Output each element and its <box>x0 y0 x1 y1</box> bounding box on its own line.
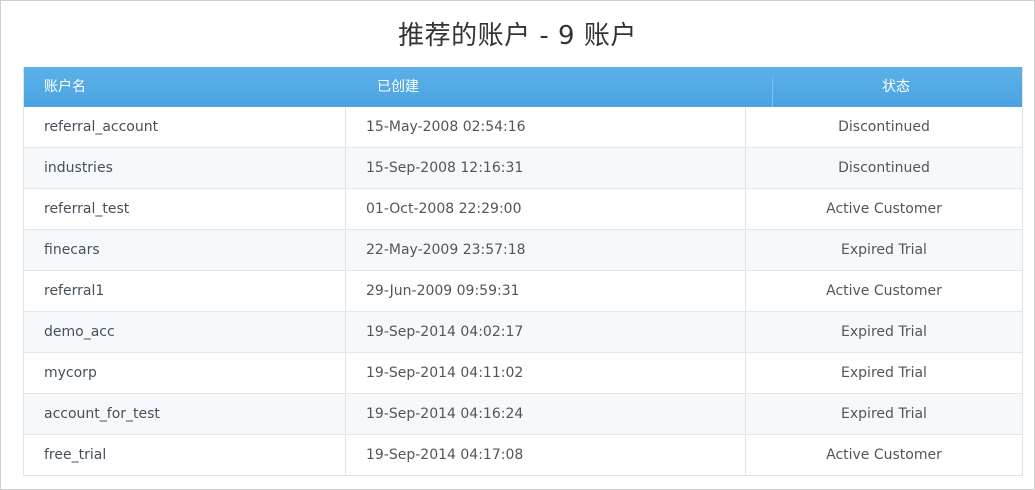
account-name-cell[interactable]: referral_test <box>44 189 129 229</box>
created-date-cell: 15-Sep-2008 12:16:31 <box>366 160 524 176</box>
status-cell: Active Customer <box>826 201 942 217</box>
header-divider <box>772 77 773 107</box>
status-cell: Expired Trial <box>841 324 927 340</box>
column-header-status[interactable]: 状态 <box>882 67 910 107</box>
column-divider <box>345 107 346 147</box>
status-cell: Expired Trial <box>841 406 927 422</box>
status-cell: Discontinued <box>838 119 930 135</box>
table-row[interactable]: referral_account 15-May-2008 02:54:16 Disc… <box>24 107 1022 148</box>
status-cell: Expired Trial <box>841 365 927 381</box>
status-cell: Active Customer <box>826 283 942 299</box>
table-row[interactable]: finecars 22-May-2009 23:57:18 Expired Tria… <box>24 230 1022 271</box>
table-row[interactable]: account_for_test 19-Sep-2014 04:16:24 Expi… <box>24 394 1022 435</box>
status-cell: Discontinued <box>838 160 930 176</box>
column-header-name[interactable]: 账户名 <box>44 67 86 107</box>
account-name-cell[interactable]: demo_acc <box>44 312 115 352</box>
column-divider <box>345 394 346 434</box>
account-name-cell[interactable]: referral1 <box>44 271 104 311</box>
table-body: referral_account 15-May-2008 02:54:16 Disc… <box>24 107 1022 475</box>
table-header: 账户名 已创建 状态 <box>24 67 1022 107</box>
created-date-cell: 19-Sep-2014 04:02:17 <box>366 324 524 340</box>
column-divider <box>345 230 346 270</box>
table-row[interactable]: referral_test 01-Oct-2008 22:29:00 Active … <box>24 189 1022 230</box>
account-name-cell[interactable]: industries <box>44 148 113 188</box>
account-name-cell[interactable]: referral_account <box>44 107 158 147</box>
account-name-cell[interactable]: mycorp <box>44 353 97 393</box>
account-name-cell[interactable]: finecars <box>44 230 100 270</box>
column-divider <box>345 312 346 352</box>
created-date-cell: 22-May-2009 23:57:18 <box>366 242 526 258</box>
table-row[interactable]: mycorp 19-Sep-2014 04:11:02 Expired Trial <box>24 353 1022 394</box>
panel: 推荐的账户 - 9 账户 账户名 已创建 状态 referral_account… <box>0 0 1035 490</box>
created-date-cell: 19-Sep-2014 04:16:24 <box>366 406 524 422</box>
column-divider <box>345 148 346 188</box>
created-date-cell: 01-Oct-2008 22:29:00 <box>366 201 522 217</box>
account-name-cell[interactable]: free_trial <box>44 435 106 475</box>
created-date-cell: 29-Jun-2009 09:59:31 <box>366 283 520 299</box>
column-header-created[interactable]: 已创建 <box>377 67 419 107</box>
table-row[interactable]: referral1 29-Jun-2009 09:59:31 Active Cust… <box>24 271 1022 312</box>
column-divider <box>345 189 346 229</box>
table-row[interactable]: demo_acc 19-Sep-2014 04:02:17 Expired Tria… <box>24 312 1022 353</box>
accounts-table: 账户名 已创建 状态 referral_account 15-May-2008 0… <box>23 67 1023 476</box>
account-name-cell[interactable]: account_for_test <box>44 394 160 434</box>
table-row[interactable]: free_trial 19-Sep-2014 04:17:08 Active Cus… <box>24 435 1022 475</box>
column-divider <box>345 353 346 393</box>
column-divider <box>345 271 346 311</box>
table-row[interactable]: industries 15-Sep-2008 12:16:31 Discontinu… <box>24 148 1022 189</box>
column-divider <box>345 435 346 475</box>
page-title: 推荐的账户 - 9 账户 <box>398 21 637 51</box>
created-date-cell: 15-May-2008 02:54:16 <box>366 119 526 135</box>
created-date-cell: 19-Sep-2014 04:17:08 <box>366 447 524 463</box>
status-cell: Expired Trial <box>841 242 927 258</box>
status-cell: Active Customer <box>826 447 942 463</box>
created-date-cell: 19-Sep-2014 04:11:02 <box>366 365 524 381</box>
